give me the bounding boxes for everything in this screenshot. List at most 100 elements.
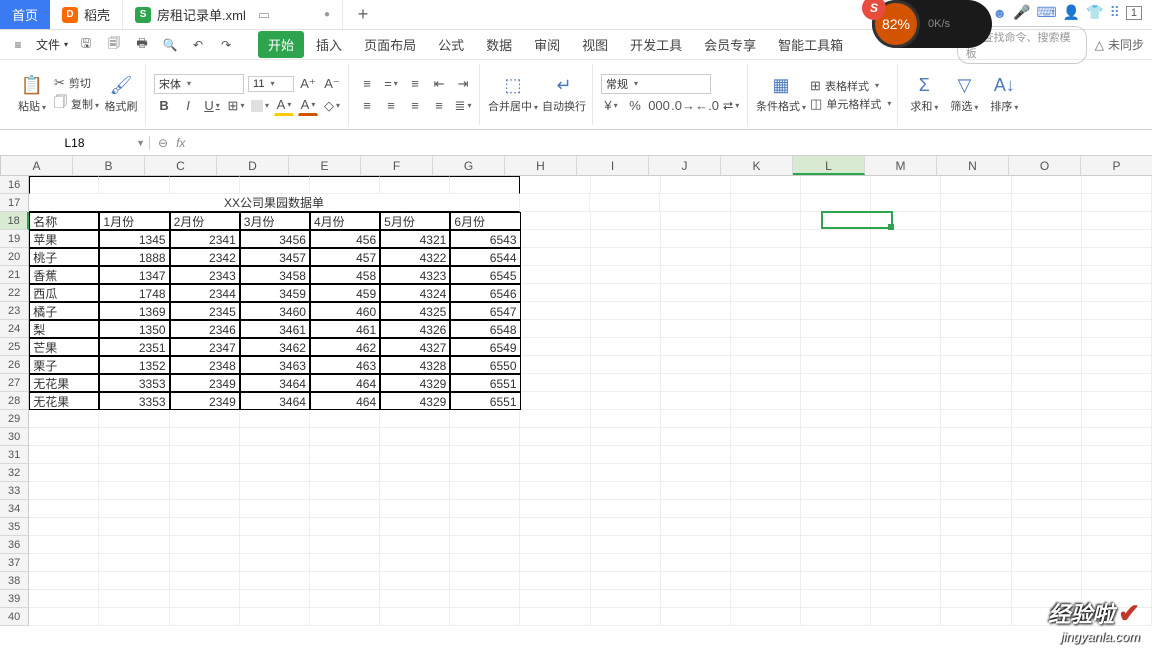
menu-formula[interactable]: 公式	[428, 31, 474, 58]
cell[interactable]	[941, 248, 1011, 266]
cell[interactable]	[1082, 338, 1152, 356]
cell[interactable]	[1012, 194, 1082, 212]
font-grow-icon[interactable]: A⁺	[298, 74, 318, 94]
cell[interactable]	[731, 536, 801, 554]
cell[interactable]: 4329	[380, 392, 450, 410]
cell[interactable]	[731, 482, 801, 500]
row-header[interactable]: 16	[0, 176, 29, 194]
cell[interactable]: 3353	[99, 374, 169, 392]
cell[interactable]	[1012, 392, 1082, 410]
cell[interactable]	[661, 338, 731, 356]
row-header[interactable]: 20	[0, 248, 29, 266]
cell[interactable]: 1350	[99, 320, 169, 338]
cell[interactable]	[661, 374, 731, 392]
cell[interactable]	[1082, 410, 1152, 428]
col-header-O[interactable]: O	[1009, 156, 1081, 175]
tab-close-icon[interactable]: ●	[324, 9, 330, 20]
cell[interactable]	[380, 410, 450, 428]
indent-dec-icon[interactable]: ⇤	[429, 74, 449, 94]
cell[interactable]	[1012, 302, 1082, 320]
cell[interactable]	[1082, 194, 1152, 212]
cell[interactable]	[29, 554, 99, 572]
border-button[interactable]: ⊞	[226, 96, 246, 116]
cell[interactable]: 6月份	[450, 212, 520, 230]
cell[interactable]: 464	[310, 374, 380, 392]
cell[interactable]	[29, 590, 99, 608]
cell[interactable]	[591, 284, 661, 302]
cell[interactable]	[520, 176, 590, 194]
dec-inc-icon[interactable]: .0→	[673, 96, 693, 116]
cell[interactable]	[450, 464, 520, 482]
cell[interactable]	[590, 194, 660, 212]
cell[interactable]	[731, 410, 801, 428]
cancel-fx-icon[interactable]: ⊖	[158, 136, 168, 150]
row-header[interactable]: 24	[0, 320, 29, 338]
cell[interactable]	[99, 572, 169, 590]
cell[interactable]	[801, 518, 871, 536]
cell[interactable]	[1082, 464, 1152, 482]
menu-dev[interactable]: 开发工具	[620, 31, 692, 58]
align-justify-icon[interactable]: ≡	[429, 96, 449, 116]
cell[interactable]	[731, 302, 801, 320]
cell[interactable]	[941, 338, 1011, 356]
cell[interactable]	[591, 572, 661, 590]
cell[interactable]	[310, 464, 380, 482]
cell[interactable]	[99, 608, 169, 626]
cell[interactable]	[871, 482, 941, 500]
cell[interactable]	[941, 212, 1011, 230]
cell[interactable]: 2349	[170, 392, 240, 410]
cell[interactable]	[1012, 410, 1082, 428]
cell[interactable]	[99, 482, 169, 500]
cell[interactable]	[29, 428, 99, 446]
cell[interactable]	[661, 302, 731, 320]
file-menu[interactable]: 文件▾	[36, 36, 68, 53]
cell[interactable]	[99, 554, 169, 572]
row-header[interactable]: 22	[0, 284, 29, 302]
cell[interactable]	[1012, 500, 1082, 518]
cell[interactable]	[380, 482, 450, 500]
cell[interactable]	[731, 320, 801, 338]
cell[interactable]	[801, 410, 871, 428]
cell[interactable]: 4324	[380, 284, 450, 302]
cell[interactable]	[941, 608, 1011, 626]
cell[interactable]	[871, 464, 941, 482]
cell[interactable]	[99, 446, 169, 464]
cell[interactable]	[310, 482, 380, 500]
cell[interactable]	[310, 500, 380, 518]
wrap-button[interactable]: ↵自动换行	[542, 75, 586, 114]
cell[interactable]	[731, 572, 801, 590]
fill-color-button[interactable]	[250, 96, 270, 116]
cell[interactable]	[1012, 446, 1082, 464]
cell[interactable]: 6547	[450, 302, 520, 320]
cell[interactable]: 3462	[240, 338, 310, 356]
cell[interactable]	[801, 230, 871, 248]
row-header[interactable]: 18	[0, 212, 29, 230]
cell[interactable]	[731, 500, 801, 518]
cell[interactable]	[941, 428, 1011, 446]
cell[interactable]	[170, 428, 240, 446]
print-icon[interactable]: 🖶	[132, 35, 152, 55]
presentation-icon[interactable]: ▭	[258, 7, 270, 23]
cell[interactable]	[170, 464, 240, 482]
cell[interactable]	[871, 428, 941, 446]
cell[interactable]	[801, 212, 871, 230]
cell[interactable]	[1082, 302, 1152, 320]
cell[interactable]	[310, 176, 380, 194]
cell[interactable]	[29, 464, 99, 482]
cell[interactable]	[801, 284, 871, 302]
cell[interactable]: 4323	[380, 266, 450, 284]
col-header-C[interactable]: C	[145, 156, 217, 175]
cell[interactable]	[240, 428, 310, 446]
cell[interactable]	[170, 446, 240, 464]
shirt-icon[interactable]: 👕	[1086, 4, 1103, 21]
cell[interactable]	[591, 374, 661, 392]
cell[interactable]: 名称	[29, 212, 99, 230]
cell[interactable]	[801, 266, 871, 284]
cell[interactable]	[731, 374, 801, 392]
row-header[interactable]: 21	[0, 266, 29, 284]
tab-add-button[interactable]: +	[343, 0, 383, 29]
align-center-icon[interactable]: ≡	[381, 96, 401, 116]
col-header-F[interactable]: F	[361, 156, 433, 175]
cell[interactable]: 6543	[450, 230, 520, 248]
cell[interactable]	[941, 356, 1011, 374]
